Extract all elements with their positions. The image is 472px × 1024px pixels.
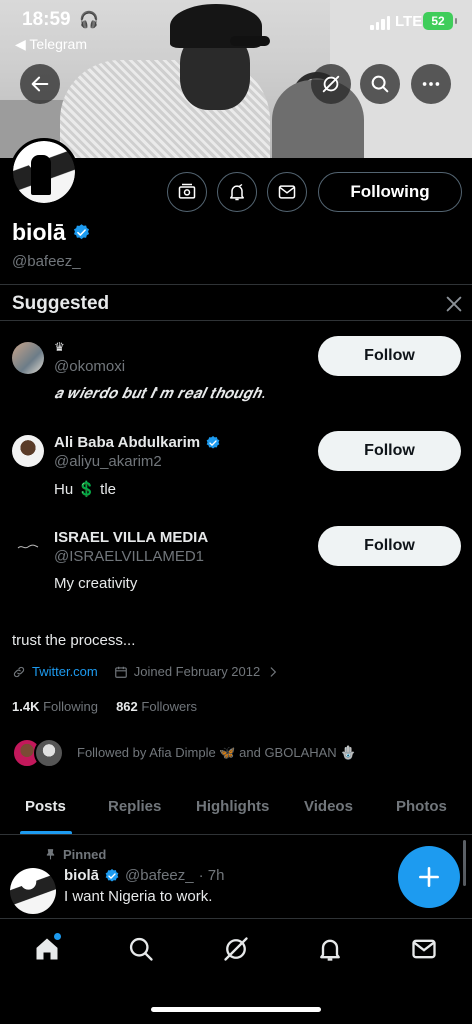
suggested-user-bio: My creativity — [54, 575, 138, 592]
avatar[interactable] — [12, 530, 44, 562]
close-icon[interactable] — [443, 293, 465, 315]
signature-logo-icon — [17, 544, 39, 549]
following-count-link[interactable]: 1.4K Following — [12, 699, 98, 714]
post-time: · 7h — [198, 867, 225, 884]
search-button[interactable] — [360, 64, 400, 104]
message-button[interactable] — [267, 172, 307, 212]
avatar[interactable] — [12, 342, 44, 374]
more-icon — [422, 82, 440, 86]
suggested-user-name: ISRAEL VILLA MEDIA — [54, 529, 209, 546]
scrollbar[interactable] — [463, 840, 466, 886]
nav-messages[interactable] — [409, 934, 439, 964]
tab-posts[interactable]: Posts — [25, 798, 66, 815]
profile-bio: trust the process... — [12, 632, 136, 649]
nav-search[interactable] — [126, 934, 156, 964]
post-author-handle: @bafeez_ — [125, 867, 194, 884]
avatar-image — [10, 868, 56, 914]
profile-handle: @bafeez_ — [12, 253, 81, 270]
back-button[interactable] — [20, 64, 60, 104]
followed-by-text: Followed by Afia Dimple 🦋 and GBOLAHAN 🪬 — [77, 745, 357, 760]
more-button[interactable] — [411, 64, 451, 104]
following-label: Following — [43, 699, 99, 714]
post-header: biolā @bafeez_ · 7h — [64, 867, 224, 884]
pinned-label: Pinned — [44, 847, 106, 862]
follow-button[interactable]: Follow — [318, 526, 461, 566]
search-icon — [371, 75, 389, 93]
status-bar: 18:59 🎧 ◀ Telegram LTE 52 — [0, 0, 472, 58]
profile-name-text: biolā — [12, 219, 66, 245]
grok-icon — [322, 75, 340, 93]
tab-highlights[interactable]: Highlights — [196, 798, 269, 815]
search-icon — [129, 937, 153, 961]
tab-photos[interactable]: Photos — [396, 798, 447, 815]
home-notification-dot — [54, 933, 61, 940]
notification-bell-button[interactable] — [217, 172, 257, 212]
profile-avatar[interactable] — [10, 138, 78, 206]
profile-meta: Twitter.com Joined February 2012 — [12, 664, 280, 679]
suggested-user-handle: @ISRAELVILLAMED1 — [54, 548, 205, 565]
grok-icon — [224, 937, 248, 961]
nav-notifications[interactable] — [315, 934, 345, 964]
status-time: 18:59 — [22, 9, 71, 30]
home-indicator[interactable] — [151, 1007, 321, 1012]
followers-count-link[interactable]: 862 Followers — [116, 699, 197, 714]
subscriptions-icon — [178, 183, 196, 199]
follow-button[interactable]: Follow — [318, 336, 461, 376]
avatar[interactable] — [10, 868, 56, 914]
followed-by[interactable]: Followed by Afia Dimple 🦋 and GBOLAHAN 🪬 — [12, 738, 462, 770]
avatar[interactable] — [12, 435, 44, 467]
avatar-figure — [31, 155, 51, 195]
notifications-icon — [320, 939, 340, 961]
profile-tabs: Posts Replies Highlights Videos Photos — [0, 786, 472, 835]
verified-badge-icon — [73, 224, 89, 240]
profile-counts: 1.4K Following 862 Followers — [12, 699, 197, 714]
notification-bell-icon — [230, 183, 244, 201]
following-count: 1.4K — [12, 699, 40, 714]
pinned-text: Pinned — [63, 847, 107, 862]
compose-button[interactable] — [398, 846, 460, 908]
suggested-user-name: Ali Baba Abdulkarim — [54, 434, 221, 451]
grok-button[interactable] — [311, 64, 351, 104]
tab-videos[interactable]: Videos — [304, 798, 353, 815]
pin-icon — [46, 849, 55, 860]
post-author-name[interactable]: biolā — [64, 867, 99, 884]
follow-button[interactable]: Follow — [318, 431, 461, 471]
suggested-user-bio: Hu 💲 tle — [54, 481, 117, 498]
profile-joined: Joined February 2012 — [133, 664, 261, 679]
suggested-user-name: ♛ — [54, 340, 65, 354]
post-text[interactable]: I want Nigeria to work. — [64, 888, 212, 905]
verified-badge-icon — [105, 868, 119, 882]
suggested-title: Suggested — [12, 293, 110, 314]
suggested-user-handle: @aliyu_akarim2 — [54, 453, 162, 470]
plus-icon — [419, 867, 439, 887]
calendar-icon — [114, 666, 127, 678]
messages-icon — [412, 939, 436, 959]
divider — [0, 834, 472, 835]
followers-label: Followers — [141, 699, 198, 714]
battery-icon: 52 — [423, 12, 457, 30]
network-type: LTE — [395, 13, 423, 30]
profile-name: biolā — [12, 219, 91, 246]
suggested-user-bio: 𝒂 𝒘𝒊𝒆𝒓𝒅𝒐 𝒃𝒖𝒕 𝑰'𝒎 𝒓𝒆𝒂𝒍 𝒕𝒉𝒐𝒖𝒈𝒉. — [54, 384, 266, 402]
avatar — [34, 738, 64, 768]
suggested-user-handle: @okomoxi — [54, 358, 126, 375]
subscriptions-button[interactable] — [167, 172, 207, 212]
profile-link[interactable]: Twitter.com — [32, 664, 98, 679]
signal-icon — [370, 16, 390, 30]
verified-badge-icon — [206, 435, 220, 449]
followers-count: 862 — [116, 699, 138, 714]
headphones-icon: 🎧 — [79, 12, 99, 29]
chevron-right-icon[interactable] — [266, 665, 280, 679]
divider — [0, 284, 472, 285]
following-button[interactable]: Following — [318, 172, 462, 212]
suggested-user-name-text: Ali Baba Abdulkarim — [54, 434, 201, 451]
back-arrow-icon — [31, 76, 49, 92]
divider — [0, 320, 472, 321]
link-icon — [13, 666, 25, 677]
nav-grok[interactable] — [221, 934, 251, 964]
message-icon — [278, 185, 296, 199]
back-to-app-link[interactable]: ◀ Telegram — [15, 36, 87, 53]
tab-replies[interactable]: Replies — [108, 798, 161, 815]
